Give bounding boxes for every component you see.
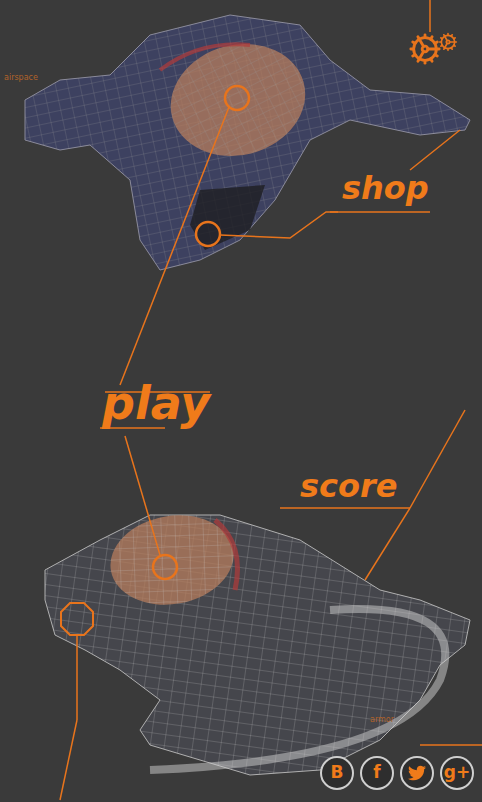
menu-item[interactable]: shop xyxy=(340,172,431,204)
bottom-ship-icon xyxy=(45,506,470,775)
menu-item[interactable]: play xyxy=(100,380,212,426)
twitter-bird-icon xyxy=(408,764,426,782)
menu-item[interactable]: score xyxy=(298,470,399,502)
social-button[interactable]: f xyxy=(360,756,394,790)
social-button[interactable]: g+ xyxy=(440,756,474,790)
social-button[interactable]: B xyxy=(320,756,354,790)
social-bar: Bf g+ xyxy=(320,756,474,790)
twitter-button[interactable] xyxy=(400,756,434,790)
top-ship-icon xyxy=(25,15,470,270)
main-menu-screen: airspace armor shop play score Bf g+ xyxy=(0,0,482,802)
settings-gear-icon[interactable] xyxy=(408,32,458,66)
brand-tag: armor xyxy=(370,714,394,726)
ship-wireframe-art xyxy=(0,0,482,802)
menu-connector-lines xyxy=(60,0,482,800)
brand-tag: airspace xyxy=(4,72,38,84)
